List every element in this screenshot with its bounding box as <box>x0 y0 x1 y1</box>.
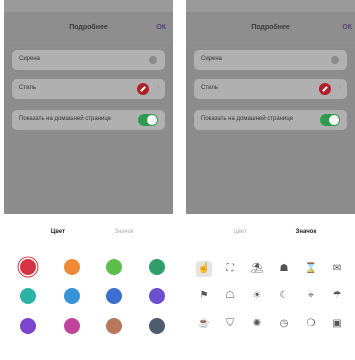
name-row[interactable]: Сирена <box>194 50 347 70</box>
status-bar <box>4 0 173 12</box>
clear-icon[interactable] <box>331 56 339 64</box>
home-row: Показать на домашней странице <box>194 110 347 130</box>
briefcase-icon[interactable]: ▣ <box>329 316 345 332</box>
color-swatch[interactable] <box>149 288 165 304</box>
home-row: Показать на домашней странице <box>12 110 165 130</box>
color-grid <box>4 214 173 360</box>
style-row[interactable]: Стиль › <box>194 79 347 99</box>
gym-icon[interactable]: ⛶ <box>222 261 238 277</box>
ok-button[interactable]: ОК <box>342 24 352 31</box>
shield-icon[interactable]: ⛉ <box>222 316 238 332</box>
color-swatch[interactable] <box>106 259 122 275</box>
nav-bar: Подробнее ОК <box>186 14 355 44</box>
hand-icon[interactable]: ☝ <box>196 261 212 277</box>
sun-icon[interactable]: ☀ <box>249 288 265 304</box>
home-row-label: Показать на домашней странице <box>19 116 112 122</box>
color-swatch[interactable] <box>149 318 165 334</box>
bottom-sheet: Цвет Значок ☝ ⛶ ⛱ ☗ ⌛ ✉ ⚑ ☖ ☀ ☾ ⌖ ☂ ☕ ⛉ ✺ ◷ ❍ ▣ <box>186 214 355 360</box>
name-row-label: Сирена <box>19 56 41 62</box>
color-swatch[interactable] <box>64 259 80 275</box>
name-row[interactable]: Сирена <box>12 50 165 70</box>
style-badge-icon <box>319 83 331 95</box>
tag-icon[interactable]: ⚑ <box>196 288 212 304</box>
left-screen: Подробнее ОК Сирена Стиль › Показать на … <box>4 0 173 360</box>
color-swatch[interactable] <box>20 288 36 304</box>
home-row-label: Показать на домашней странице <box>201 116 294 122</box>
nav-bar: Подробнее ОК <box>4 14 173 44</box>
drop-icon[interactable]: ❍ <box>303 316 319 332</box>
color-swatch[interactable] <box>64 318 80 334</box>
hourglass-icon[interactable]: ⌛ <box>303 261 319 277</box>
mail-icon[interactable]: ✉ <box>329 261 345 277</box>
color-swatch[interactable] <box>64 288 80 304</box>
style-row-label: Стиль <box>201 85 219 91</box>
moon-icon[interactable]: ☾ <box>276 288 292 304</box>
page-title: Подробнее <box>69 24 108 31</box>
brightness-icon[interactable]: ✺ <box>249 316 265 332</box>
screenshot-stage: Подробнее ОК Сирена Стиль › Показать на … <box>0 0 355 360</box>
clear-icon[interactable] <box>149 56 157 64</box>
bottom-sheet: Цвет Значок <box>4 214 173 360</box>
color-swatch[interactable] <box>149 259 165 275</box>
page-title: Подробнее <box>251 24 290 31</box>
style-row-label: Стиль <box>19 85 37 91</box>
color-swatch[interactable] <box>20 259 36 275</box>
color-swatch[interactable] <box>20 318 36 334</box>
rain-icon[interactable]: ☂ <box>329 288 345 304</box>
beach-icon[interactable]: ⛱ <box>249 261 265 277</box>
ok-button[interactable]: ОК <box>156 24 166 31</box>
style-badge-icon <box>137 83 149 95</box>
style-row[interactable]: Стиль › <box>12 79 165 99</box>
location-icon[interactable]: ⌖ <box>303 288 319 304</box>
right-screen: Подробнее ОК Сирена Стиль › Показать на … <box>186 0 355 360</box>
status-bar <box>186 0 355 12</box>
name-row-label: Сирена <box>201 56 223 62</box>
run-icon[interactable]: ☗ <box>276 261 292 277</box>
walk-icon[interactable]: ☖ <box>222 288 238 304</box>
home-toggle[interactable] <box>320 114 340 126</box>
color-swatch[interactable] <box>106 288 122 304</box>
chevron-right-icon: › <box>156 84 159 91</box>
home-toggle[interactable] <box>138 114 158 126</box>
cup-icon[interactable]: ☕ <box>196 316 212 332</box>
timer-icon[interactable]: ◷ <box>276 316 292 332</box>
chevron-right-icon: › <box>338 84 341 91</box>
color-swatch[interactable] <box>106 318 122 334</box>
icon-grid: ☝ ⛶ ⛱ ☗ ⌛ ✉ ⚑ ☖ ☀ ☾ ⌖ ☂ ☕ ⛉ ✺ ◷ ❍ ▣ <box>186 214 355 360</box>
